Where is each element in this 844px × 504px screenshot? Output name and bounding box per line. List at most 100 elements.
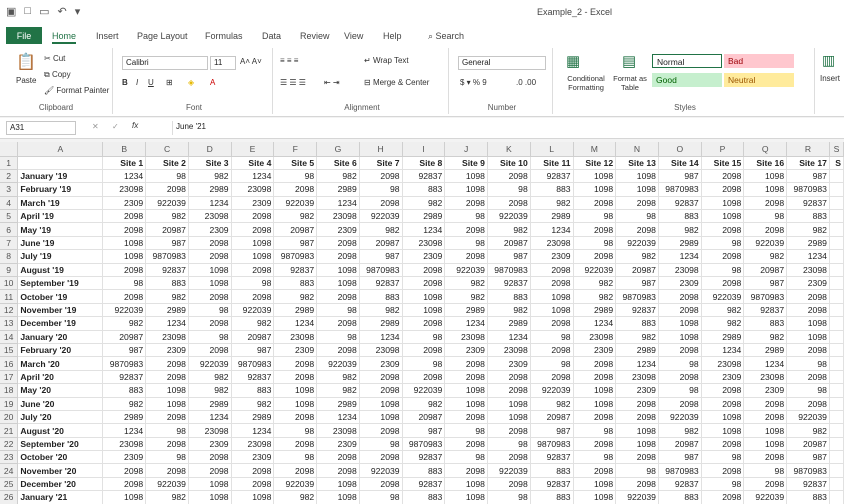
value-cell[interactable]: 98 [743,463,788,478]
font-size-select[interactable]: 11 [210,56,236,70]
month-cell[interactable]: December '19 [17,316,104,331]
value-cell[interactable]: 1234 [102,423,147,438]
value-cell[interactable]: 982 [359,303,403,318]
empty-cell[interactable] [829,196,844,211]
value-cell[interactable]: 2098 [316,343,360,358]
header-cell[interactable]: Site 5 [273,156,318,170]
value-cell[interactable]: 23098 [573,330,617,344]
value-cell[interactable]: 922039 [188,356,232,371]
value-cell[interactable]: 20987 [273,222,318,237]
value-cell[interactable]: 1234 [743,356,788,371]
column-header[interactable]: J [444,142,488,157]
column-header[interactable]: S [829,142,844,157]
value-cell[interactable]: 987 [359,249,403,264]
value-cell[interactable]: 922039 [786,410,830,425]
column-header[interactable]: H [359,142,403,157]
value-cell[interactable]: 982 [145,209,189,224]
header-cell[interactable]: Site 14 [658,156,702,170]
value-cell[interactable]: 922039 [487,209,531,224]
value-cell[interactable]: 1098 [444,383,488,398]
name-box[interactable]: A31 [6,121,76,135]
value-cell[interactable]: 92837 [786,477,830,492]
value-cell[interactable]: 1098 [658,330,702,344]
month-cell[interactable]: January '20 [17,330,104,344]
row-header[interactable]: 14 [0,330,19,344]
header-cell[interactable]: Site 7 [359,156,403,170]
value-cell[interactable]: 2098 [145,182,189,197]
value-cell[interactable]: 1098 [188,477,232,492]
column-header[interactable]: I [402,142,446,157]
worksheet-grid[interactable]: A B C D E F G H I J K L M N O P Q R S 1 Site 1 Site 2 Site 3 Si… [0,142,844,504]
value-cell[interactable]: 98 [316,330,360,344]
empty-cell[interactable] [829,356,844,371]
empty-cell[interactable] [829,343,844,358]
value-cell[interactable]: 982 [573,289,617,304]
column-header[interactable]: Q [743,142,788,157]
value-cell[interactable]: 2309 [102,196,147,211]
value-cell[interactable]: 9870983 [786,182,830,197]
value-cell[interactable]: 23098 [273,330,318,344]
value-cell[interactable]: 2989 [316,182,360,197]
value-cell[interactable]: 987 [145,236,189,251]
value-cell[interactable]: 2098 [573,463,617,478]
value-cell[interactable]: 2098 [402,276,446,291]
search-box[interactable]: ⌕ Search [428,31,464,42]
value-cell[interactable]: 2098 [573,222,617,237]
empty-cell[interactable] [829,477,844,492]
column-header[interactable]: F [273,142,318,157]
column-header[interactable]: M [573,142,617,157]
value-cell[interactable]: 1098 [102,490,147,504]
value-cell[interactable]: 2098 [786,289,830,304]
value-cell[interactable]: 1098 [145,397,189,411]
empty-cell[interactable] [829,249,844,264]
value-cell[interactable]: 1098 [701,209,745,224]
value-cell[interactable]: 98 [573,236,617,251]
left-align-icon[interactable]: ☰ ☰ ☰ [280,78,306,87]
value-cell[interactable]: 987 [102,343,147,358]
value-cell[interactable]: 20987 [615,263,659,278]
value-cell[interactable]: 2098 [701,169,745,184]
font-name-select[interactable]: Calibri [122,56,208,70]
insert-cells-icon[interactable]: ▥ [822,52,835,69]
value-cell[interactable]: 98 [487,182,531,197]
fill-color-icon[interactable]: ◈ [188,78,194,87]
value-cell[interactable]: 2989 [743,343,788,358]
value-cell[interactable]: 1098 [701,196,745,211]
paste-button[interactable]: Paste [16,76,36,85]
value-cell[interactable]: 2309 [316,437,360,452]
value-cell[interactable]: 2098 [615,196,659,211]
column-header[interactable]: G [316,142,360,157]
value-cell[interactable]: 98 [231,276,275,291]
row-header[interactable]: 6 [0,222,19,237]
value-cell[interactable]: 98 [359,490,403,504]
value-cell[interactable]: 2989 [402,209,446,224]
value-cell[interactable]: 1234 [359,330,403,344]
cut-button[interactable]: ✂ Cut [44,54,65,63]
value-cell[interactable]: 2989 [444,303,488,318]
value-cell[interactable]: 2098 [273,410,318,425]
value-cell[interactable]: 1098 [573,182,617,197]
value-cell[interactable]: 2098 [615,450,659,465]
value-cell[interactable]: 2309 [145,343,189,358]
value-cell[interactable]: 9870983 [615,289,659,304]
value-cell[interactable]: 987 [231,343,275,358]
value-cell[interactable]: 2098 [316,236,360,251]
value-cell[interactable]: 883 [658,490,702,504]
month-cell[interactable]: April '20 [17,370,104,385]
select-all-corner[interactable] [0,142,19,157]
month-cell[interactable]: January '21 [17,490,104,504]
value-cell[interactable]: 2309 [188,437,232,452]
month-cell[interactable]: July '20 [17,410,104,425]
value-cell[interactable]: 2309 [701,370,745,385]
month-cell[interactable]: September '20 [17,437,104,452]
value-cell[interactable]: 2098 [615,397,659,411]
value-cell[interactable]: 982 [316,370,360,385]
value-cell[interactable]: 2098 [231,209,275,224]
empty-cell[interactable] [829,169,844,184]
value-cell[interactable]: 2098 [231,222,275,237]
empty-cell[interactable] [829,463,844,478]
value-cell[interactable]: 883 [786,490,830,504]
value-cell[interactable]: 2098 [444,370,488,385]
column-header[interactable]: P [701,142,745,157]
value-cell[interactable]: 2098 [743,450,788,465]
